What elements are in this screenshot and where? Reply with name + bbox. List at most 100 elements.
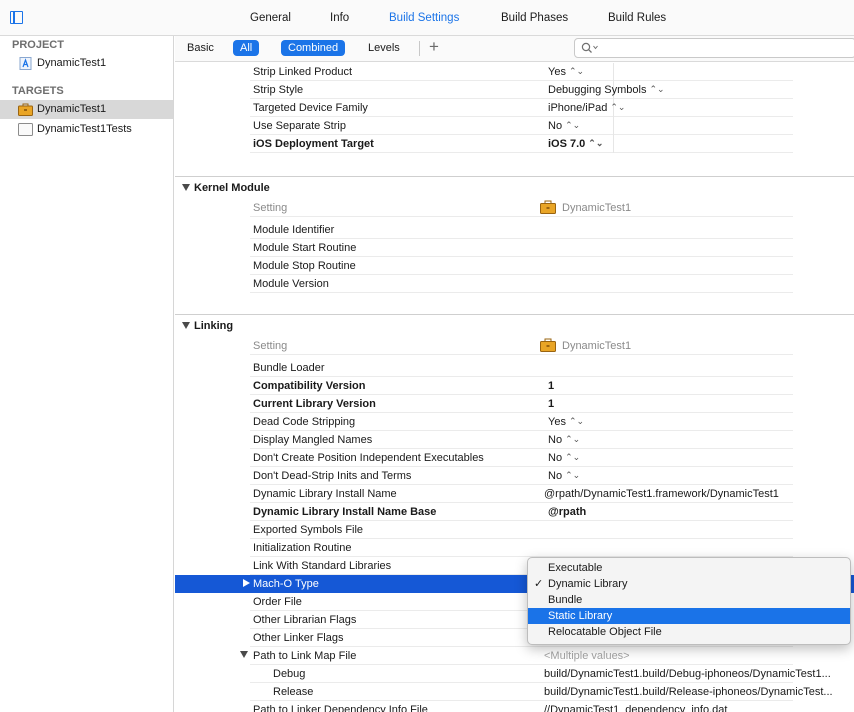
value-text: No [548, 120, 563, 132]
stepper-chevron-icon[interactable]: ⌃⌄ [565, 434, 580, 445]
setting-row[interactable]: Don't Create Position Independent Execut… [250, 449, 793, 467]
setting-row[interactable]: Strip Linked Product Yes ⌃⌄ [250, 63, 793, 81]
menu-item-bundle[interactable]: Bundle [528, 592, 850, 608]
setting-value[interactable]: Yes ⌃⌄ [548, 416, 584, 428]
filter-combined-button[interactable]: Combined [281, 40, 346, 56]
disclosure-triangle-icon[interactable] [243, 579, 250, 587]
setting-value[interactable]: Yes ⌃⌄ [548, 66, 584, 78]
editor-tab-bar: General Info Build Settings Build Phases… [0, 0, 854, 36]
setting-value[interactable]: Debugging Symbols ⌃⌄ [548, 84, 665, 96]
setting-row[interactable]: Dynamic Library Install Name Base @rpath [250, 503, 793, 521]
section-linking[interactable]: Linking [175, 314, 854, 336]
setting-value[interactable]: build/DynamicTest1.build/Debug-iphoneos/… [544, 668, 831, 680]
setting-value[interactable]: build/DynamicTest1.build/Release-iphoneo… [544, 686, 833, 698]
setting-row[interactable]: Current Library Version 1 [250, 395, 793, 413]
setting-name: Use Separate Strip [253, 120, 346, 132]
setting-row[interactable]: Compatibility Version 1 [250, 377, 793, 395]
setting-row[interactable]: Use Separate Strip No ⌃⌄ [250, 117, 793, 135]
stepper-chevron-icon[interactable]: ⌃⌄ [649, 84, 664, 95]
target-item-dynamictest1tests[interactable]: DynamicTest1Tests [0, 120, 173, 139]
stepper-chevron-icon[interactable]: ⌃⌄ [565, 120, 580, 131]
setting-row[interactable]: Path to Link Map File <Multiple values> [240, 647, 793, 665]
menu-item-dynamic-library[interactable]: ✓ Dynamic Library [528, 576, 850, 592]
value-text: Debugging Symbols [548, 84, 647, 96]
setting-name: iOS Deployment Target [253, 138, 374, 150]
setting-row[interactable]: iOS Deployment Target iOS 7.0 ⌃⌄ [250, 135, 793, 153]
target-item-dynamictest1[interactable]: DynamicTest1 [0, 100, 173, 119]
setting-name: Strip Linked Product [253, 66, 353, 78]
search-field[interactable] [574, 38, 854, 58]
tab-build-phases[interactable]: Build Phases [501, 12, 568, 24]
menu-item-label: Executable [548, 562, 603, 574]
add-setting-icon[interactable]: + [429, 37, 439, 57]
tab-general[interactable]: General [250, 12, 291, 24]
tab-build-settings[interactable]: Build Settings [389, 12, 459, 24]
setting-name: Display Mangled Names [253, 434, 373, 446]
stepper-chevron-icon[interactable]: ⌃⌄ [569, 66, 584, 77]
disclosure-triangle-icon[interactable] [240, 651, 248, 658]
setting-row[interactable]: Module Version [250, 275, 793, 293]
setting-value[interactable]: No ⌃⌄ [548, 434, 580, 446]
value-text: No [548, 452, 563, 464]
setting-row[interactable]: Initialization Routine [250, 539, 793, 557]
setting-value[interactable]: @rpath [548, 506, 586, 518]
tab-info[interactable]: Info [330, 12, 349, 24]
setting-row[interactable]: Path to Linker Dependency Info File //Dyn… [250, 701, 793, 712]
setting-row[interactable]: Module Stop Routine [250, 257, 793, 275]
stepper-chevron-icon[interactable]: ⌃⌄ [569, 416, 584, 427]
mach-o-type-popup-menu: Executable ✓ Dynamic Library Bundle Stati… [527, 557, 851, 645]
target-item-label: DynamicTest1 [37, 103, 107, 115]
setting-row[interactable]: Dead Code Stripping Yes ⌃⌄ [250, 413, 793, 431]
targets-header: TARGETS [12, 85, 64, 97]
stepper-chevron-icon[interactable]: ⌃⌄ [588, 138, 603, 149]
setting-name: Exported Symbols File [253, 524, 364, 536]
menu-item-static-library[interactable]: Static Library [528, 608, 850, 624]
setting-row[interactable]: Strip Style Debugging Symbols ⌃⌄ [250, 81, 793, 99]
setting-value[interactable]: 1 [548, 398, 554, 410]
setting-row[interactable]: Dynamic Library Install Name @rpath/Dynam… [250, 485, 793, 503]
setting-value[interactable]: No ⌃⌄ [548, 452, 580, 464]
setting-value[interactable]: 1 [548, 380, 554, 392]
menu-item-relocatable-object-file[interactable]: Relocatable Object File [528, 624, 850, 640]
menu-item-label: Bundle [548, 594, 583, 606]
setting-row[interactable]: Targeted Device Family iPhone/iPad ⌃⌄ [250, 99, 793, 117]
setting-value[interactable]: No ⌃⌄ [548, 470, 580, 482]
sidebar-toggle-icon[interactable] [10, 11, 23, 24]
setting-value[interactable]: @rpath/DynamicTest1.framework/DynamicTes… [544, 488, 779, 500]
setting-value[interactable]: <Multiple values> [544, 650, 630, 662]
setting-name: Other Linker Flags [253, 632, 344, 644]
tab-build-rules[interactable]: Build Rules [608, 12, 666, 24]
setting-row[interactable]: Module Identifier [250, 221, 793, 239]
setting-row[interactable]: Module Start Routine [250, 239, 793, 257]
menu-item-executable[interactable]: Executable [528, 560, 850, 576]
framework-toolbox-icon [18, 103, 33, 116]
stepper-chevron-icon[interactable]: ⌃⌄ [565, 452, 580, 463]
checkmark-icon: ✓ [534, 578, 544, 590]
setting-row[interactable]: Exported Symbols File [250, 521, 793, 539]
setting-value[interactable]: iPhone/iPad ⌃⌄ [548, 102, 625, 114]
filter-all-button[interactable]: All [233, 40, 260, 56]
setting-row[interactable]: Bundle Loader [250, 359, 793, 377]
value-text: No [548, 470, 563, 482]
setting-value[interactable]: No ⌃⌄ [548, 120, 580, 132]
setting-value[interactable]: iOS 7.0 ⌃⌄ [548, 138, 603, 150]
setting-name: Module Version [253, 278, 329, 290]
disclosure-triangle-icon[interactable] [182, 322, 190, 329]
project-item[interactable]: DynamicTest1 [0, 54, 173, 73]
filter-basic-button[interactable]: Basic [180, 40, 221, 56]
stepper-chevron-icon[interactable]: ⌃⌄ [565, 470, 580, 481]
project-header: PROJECT [12, 39, 64, 51]
setting-value[interactable]: //DynamicTest1_dependency_info.dat [544, 704, 727, 712]
value-text: Yes [548, 66, 566, 78]
setting-name: Module Identifier [253, 224, 335, 236]
filter-levels-button[interactable]: Levels [361, 40, 407, 56]
setting-row[interactable]: Release build/DynamicTest1.build/Release-… [250, 683, 833, 701]
target-column-header: DynamicTest1 [562, 202, 632, 214]
section-kernel-module[interactable]: Kernel Module [175, 176, 854, 198]
setting-row[interactable]: Display Mangled Names No ⌃⌄ [250, 431, 793, 449]
setting-name: Dynamic Library Install Name [253, 488, 397, 500]
disclosure-triangle-icon[interactable] [182, 184, 190, 191]
setting-row[interactable]: Debug build/DynamicTest1.build/Debug-ipho… [250, 665, 831, 683]
setting-row[interactable]: Don't Dead-Strip Inits and Terms No ⌃⌄ [250, 467, 793, 485]
stepper-chevron-icon[interactable]: ⌃⌄ [610, 102, 625, 113]
